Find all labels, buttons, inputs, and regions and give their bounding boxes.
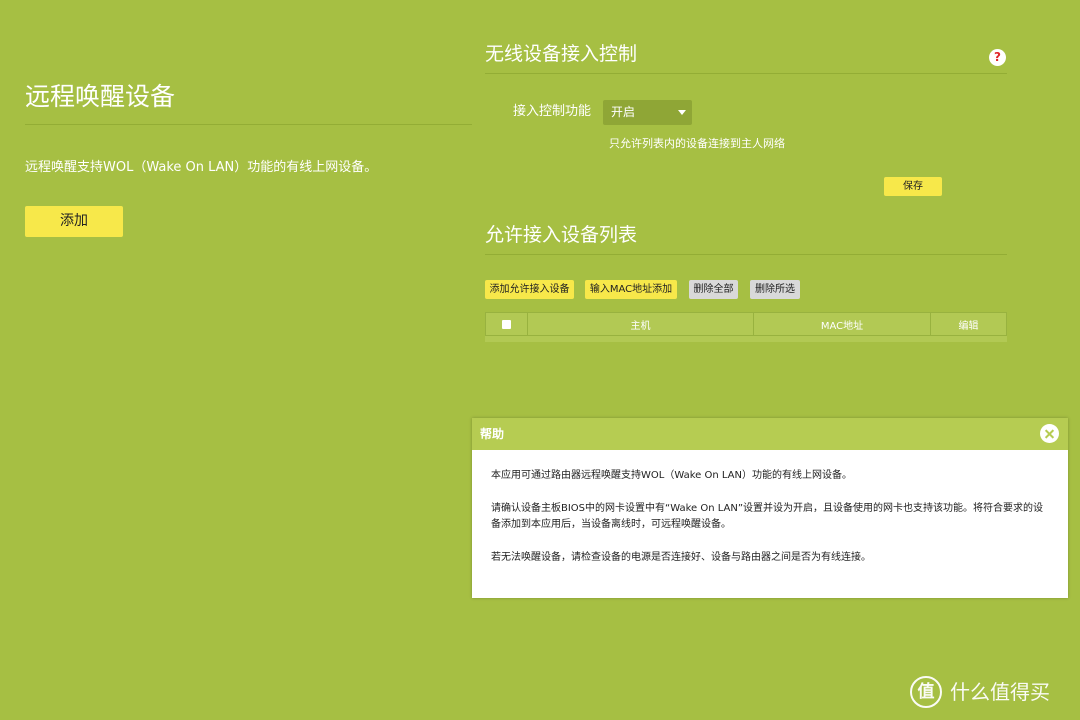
help-dialog-header: 帮助 bbox=[472, 418, 1068, 450]
select-value: 开启 bbox=[611, 105, 636, 119]
help-paragraph: 本应用可通过路由器远程唤醒支持WOL（Wake On LAN）功能的有线上网设备… bbox=[491, 470, 852, 481]
section-divider bbox=[485, 254, 1007, 255]
add-button[interactable]: 添加 bbox=[25, 206, 123, 237]
help-dialog-title: 帮助 bbox=[480, 427, 505, 441]
help-paragraph: 请确认设备主板BIOS中的网卡设置中有“Wake On LAN”设置并设为开启，… bbox=[491, 503, 1044, 530]
watermark-text: 什么值得买 bbox=[950, 680, 1050, 704]
add-allowed-device-button[interactable]: 添加允许接入设备 bbox=[485, 280, 574, 299]
close-circle-icon[interactable] bbox=[1040, 424, 1059, 443]
device-table-body bbox=[485, 336, 1007, 342]
delete-selected-button[interactable]: 删除所选 bbox=[750, 280, 800, 299]
delete-all-button[interactable]: 删除全部 bbox=[689, 280, 738, 299]
page-title: 远程唤醒设备 bbox=[25, 82, 176, 111]
help-dialog-body: 本应用可通过路由器远程唤醒支持WOL（Wake On LAN）功能的有线上网设备… bbox=[491, 468, 1051, 583]
access-control-label: 接入控制功能 bbox=[513, 104, 592, 119]
question-circle-icon[interactable]: ? bbox=[989, 49, 1006, 66]
help-dialog: 帮助 本应用可通过路由器远程唤醒支持WOL（Wake On LAN）功能的有线上… bbox=[472, 418, 1068, 598]
column-mac: MAC地址 bbox=[754, 313, 931, 335]
page-description: 远程唤醒支持WOL（Wake On LAN）功能的有线上网设备。 bbox=[25, 160, 378, 175]
select-all-cell bbox=[486, 313, 528, 335]
title-divider bbox=[25, 124, 472, 125]
add-by-mac-button[interactable]: 输入MAC地址添加 bbox=[585, 280, 677, 299]
access-control-title: 无线设备接入控制 bbox=[485, 43, 638, 65]
access-control-select[interactable]: 开启 bbox=[603, 100, 692, 125]
chevron-down-icon bbox=[678, 110, 686, 115]
select-all-checkbox[interactable] bbox=[502, 319, 511, 329]
section-divider bbox=[485, 73, 1007, 74]
allow-list-title: 允许接入设备列表 bbox=[485, 224, 638, 246]
column-edit: 编辑 bbox=[958, 320, 979, 332]
watermark: 值 什么值得买 bbox=[910, 676, 1050, 708]
column-host: 主机 bbox=[528, 313, 754, 335]
access-control-hint: 只允许列表内的设备连接到主人网络 bbox=[609, 137, 785, 150]
help-paragraph: 若无法唤醒设备，请检查设备的电源是否连接好、设备与路由器之间是否为有线连接。 bbox=[491, 552, 871, 563]
device-table-header: 主机 MAC地址 编辑 bbox=[485, 312, 1007, 336]
watermark-logo-icon: 值 bbox=[910, 676, 942, 708]
save-button[interactable]: 保存 bbox=[884, 177, 942, 196]
